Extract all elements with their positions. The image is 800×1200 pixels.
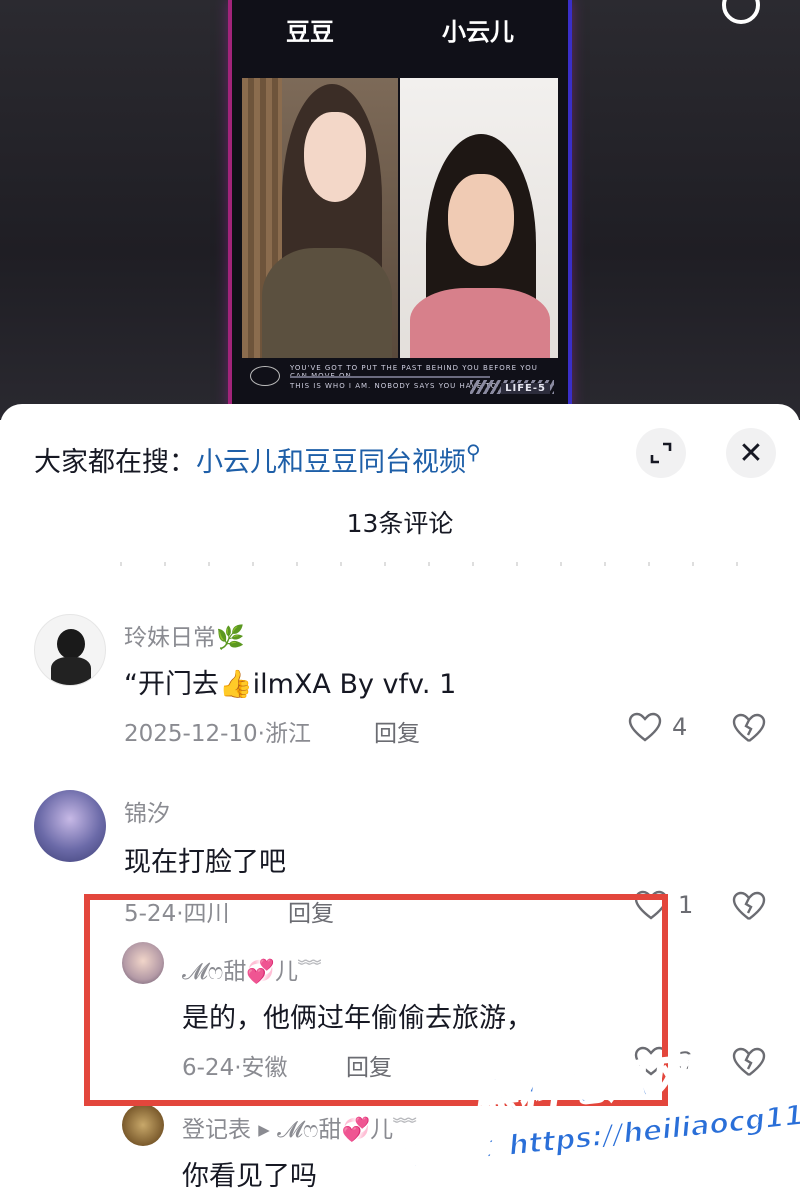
- comment-username[interactable]: 玲妹日常🌿: [124, 618, 245, 652]
- comment-count-title: 13条评论: [346, 509, 454, 538]
- avatar[interactable]: [34, 790, 106, 862]
- search-query-link[interactable]: 小云儿和豆豆同台视频: [196, 447, 466, 478]
- video-panel-right: [400, 78, 558, 358]
- globe-icon: [250, 366, 280, 386]
- comment-text: 现在打脸了吧: [124, 847, 286, 878]
- name-left: 豆豆: [286, 18, 334, 46]
- search-prefix: 大家都在搜：: [34, 447, 196, 478]
- broken-heart-icon[interactable]: [732, 1046, 766, 1078]
- comment-username[interactable]: 锦汐: [124, 794, 170, 828]
- leaf-emoji: 🌿: [216, 625, 245, 651]
- person-face: [448, 174, 514, 266]
- video-footer: YOU'VE GOT TO PUT THE PAST BEHIND YOU BE…: [242, 360, 558, 400]
- expand-button[interactable]: [636, 428, 686, 478]
- person-body: [262, 248, 392, 358]
- search-icon: ⚲: [466, 440, 481, 464]
- name-right: 小云儿: [442, 18, 514, 46]
- comment-meta: 2025-12-10·浙江: [124, 721, 311, 747]
- broken-heart-icon[interactable]: [732, 712, 766, 744]
- close-button[interactable]: ✕: [726, 428, 776, 478]
- search-icon[interactable]: [722, 0, 760, 24]
- video-names: 豆豆 小云儿: [232, 12, 568, 52]
- close-icon: ✕: [738, 435, 764, 471]
- comment-text: “开门去👍ilmXA By vfv. 1: [124, 669, 457, 700]
- avatar[interactable]: [122, 1104, 164, 1146]
- person-body: [410, 288, 550, 358]
- like-count: 4: [672, 713, 688, 741]
- avatar[interactable]: [34, 614, 106, 686]
- video-frame: 豆豆 小云儿 YOU'VE GOT TO PUT THE PAST BEHIND…: [228, 0, 572, 410]
- like-button[interactable]: 4: [628, 712, 687, 742]
- divider: [290, 376, 490, 378]
- like-count: 1: [678, 891, 694, 919]
- reply-button[interactable]: 回复: [374, 714, 420, 748]
- expand-icon: [650, 442, 672, 464]
- comment-text: 你看见了吗: [182, 1161, 317, 1192]
- faded-divider: [120, 562, 740, 566]
- life-tag: LIFE-5: [501, 383, 550, 394]
- search-suggestion[interactable]: 大家都在搜：小云儿和豆豆同台视频⚲: [34, 440, 481, 479]
- broken-heart-icon[interactable]: [732, 890, 766, 922]
- video-panel-left: [242, 78, 398, 358]
- person-face: [304, 112, 366, 202]
- video-player[interactable]: 豆豆 小云儿 YOU'VE GOT TO PUT THE PAST BEHIND…: [0, 0, 800, 420]
- heart-icon: [628, 712, 662, 742]
